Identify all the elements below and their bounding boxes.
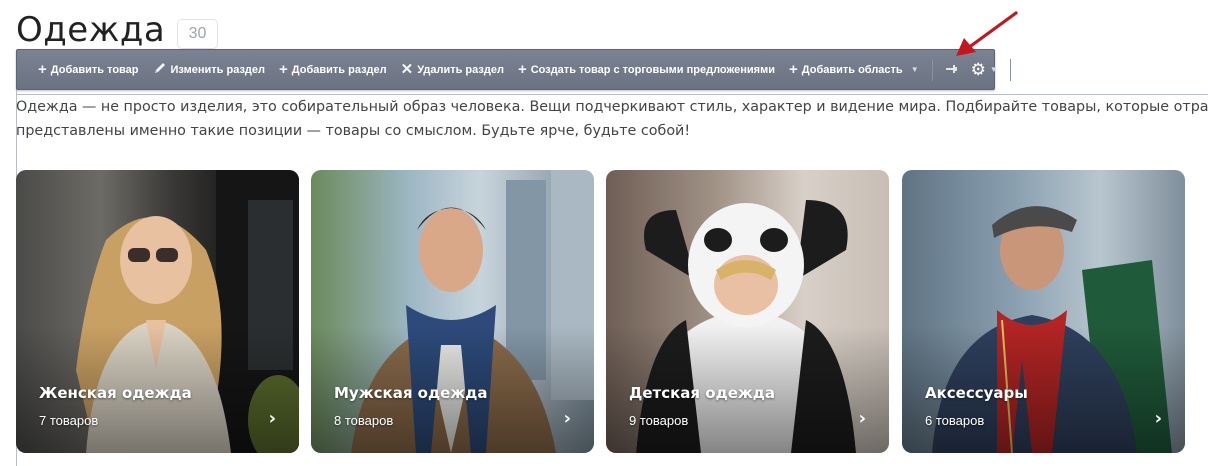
annotation-arrow-icon <box>956 11 1018 56</box>
add-product-button[interactable]: + Добавить товар <box>31 56 146 84</box>
category-count: 8 товаров <box>334 413 394 428</box>
card-shade <box>902 170 1185 453</box>
add-section-button[interactable]: + Добавить раздел <box>272 56 394 84</box>
chevron-right-icon: › <box>563 408 571 429</box>
category-title: Мужская одежда <box>334 384 488 402</box>
add-area-label: Добавить область <box>801 63 903 76</box>
edit-section-button[interactable]: Изменить раздел <box>146 56 273 84</box>
pencil-icon <box>153 61 167 78</box>
card-shade <box>606 170 889 453</box>
delete-section-label: Удалить раздел <box>417 63 504 76</box>
gear-icon: ⚙ <box>970 59 986 79</box>
add-product-label: Добавить товар <box>50 63 139 76</box>
create-product-with-offers-button[interactable]: + Создать товар с торговыми предложениям… <box>511 56 782 84</box>
toolbar-separator <box>931 58 933 81</box>
card-shade <box>16 170 299 453</box>
category-title: Женская одежда <box>39 384 192 402</box>
x-icon: ✕ <box>400 61 414 78</box>
category-count: 7 товаров <box>39 413 99 428</box>
create-product-with-offers-label: Создать товар с торговыми предложениями <box>530 63 775 76</box>
plus-icon: + <box>517 61 527 78</box>
toolbar-separator <box>1009 58 1011 81</box>
add-section-label: Добавить раздел <box>291 63 387 76</box>
page-title: Одежда <box>16 10 166 50</box>
section-description: Одежда — не просто изделия, это собирате… <box>16 95 1208 143</box>
category-card-kids[interactable]: Детская одежда 9 товаров › <box>606 170 889 453</box>
chevron-right-icon: › <box>858 408 866 429</box>
plus-icon: + <box>38 61 47 78</box>
category-title: Детская одежда <box>629 384 776 402</box>
plus-icon: + <box>788 61 798 78</box>
category-card-accessories[interactable]: Аксессуары 6 товаров › <box>902 170 1185 453</box>
chevron-right-icon: › <box>1154 408 1162 429</box>
category-count: 9 товаров <box>629 413 689 428</box>
item-count-badge: 30 <box>177 19 218 49</box>
add-area-button[interactable]: + Добавить область ▼ <box>782 56 926 84</box>
category-count: 6 товаров <box>925 413 985 428</box>
delete-section-button[interactable]: ✕ Удалить раздел <box>394 56 511 84</box>
chevron-down-icon: ▼ <box>989 65 998 74</box>
category-card-women[interactable]: Женская одежда 7 товаров › <box>16 170 299 453</box>
admin-toolbar: + Добавить товар Изменить раздел + Добав… <box>16 49 1011 90</box>
description-line-1: Одежда — не просто изделия, это собирате… <box>16 99 1208 115</box>
card-shade <box>311 170 594 453</box>
category-card-men[interactable]: Мужская одежда 8 товаров › <box>311 170 594 453</box>
chevron-down-icon: ▼ <box>910 65 919 74</box>
category-title: Аксессуары <box>925 384 1028 402</box>
chevron-right-icon: › <box>268 408 276 429</box>
edit-section-label: Изменить раздел <box>170 63 266 76</box>
plus-icon: + <box>279 61 288 78</box>
description-line-2: представлены именно такие позиции — това… <box>16 123 691 139</box>
pin-icon <box>945 61 959 79</box>
